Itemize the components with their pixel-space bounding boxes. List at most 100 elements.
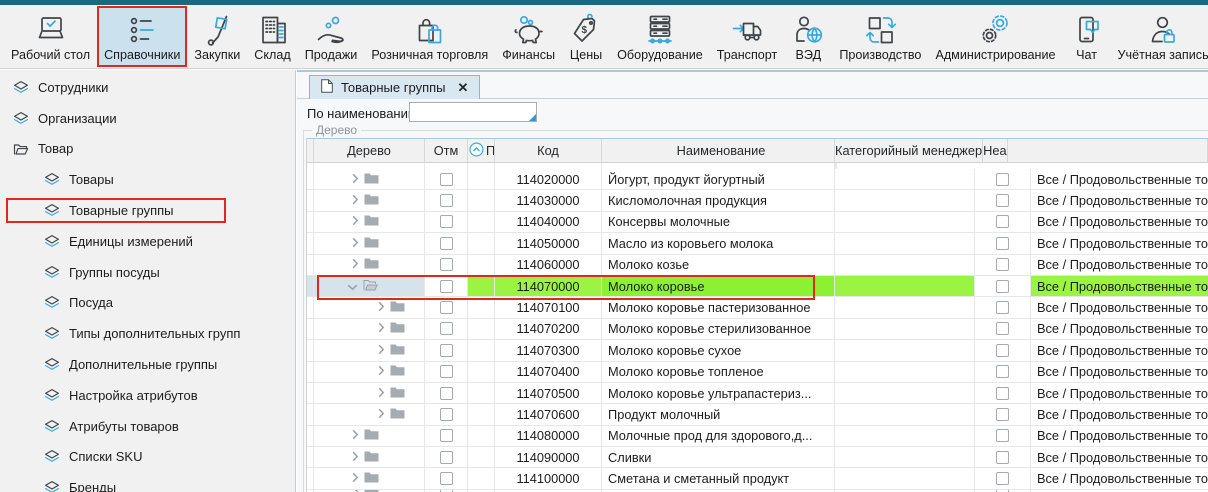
table-row[interactable]: 114050000Масло из коровьего молокаВсе / …: [307, 233, 1208, 254]
toolbar-item-chat[interactable]: Чат: [1063, 6, 1111, 67]
chevron-right-icon[interactable]: [378, 407, 385, 422]
inactive-checkbox[interactable]: [996, 408, 1009, 421]
mark-checkbox[interactable]: [440, 280, 453, 293]
mark-checkbox[interactable]: [440, 173, 453, 186]
column-header-tree[interactable]: Дерево: [314, 139, 425, 162]
sidebar-item-employees[interactable]: Сотрудники: [0, 72, 295, 103]
mark-checkbox[interactable]: [440, 258, 453, 271]
table-row[interactable]: 114100000Сметана и сметанный продуктВсе …: [307, 468, 1208, 489]
toolbar-item-desktop[interactable]: Рабочий стол: [4, 6, 97, 67]
tree-cell[interactable]: [314, 233, 425, 253]
inactive-checkbox[interactable]: [996, 322, 1009, 335]
sidebar-item-additional-group-types[interactable]: Типы дополнительных групп: [0, 318, 295, 349]
table-row[interactable]: 114070200Молоко коровье стерилизованноеВ…: [307, 319, 1208, 340]
tree-cell[interactable]: [314, 212, 425, 232]
chevron-right-icon[interactable]: [352, 428, 359, 443]
resize-grip-icon[interactable]: [529, 114, 536, 121]
inactive-checkbox[interactable]: [996, 173, 1009, 186]
chevron-right-icon[interactable]: [352, 471, 359, 486]
toolbar-item-transport[interactable]: Транспорт: [710, 6, 785, 67]
inactive-checkbox[interactable]: [996, 215, 1009, 228]
chevron-right-icon[interactable]: [352, 214, 359, 229]
chevron-right-icon[interactable]: [352, 257, 359, 272]
table-row[interactable]: 114080000Молочные прод для здорового,д..…: [307, 426, 1208, 447]
column-header-code[interactable]: Код: [495, 139, 602, 162]
chevron-right-icon[interactable]: [378, 364, 385, 379]
tab-goods-groups[interactable]: Товарные группы ✕: [309, 75, 480, 99]
tree-cell[interactable]: [314, 297, 425, 317]
sidebar-item-units[interactable]: Единицы измерений: [0, 226, 295, 257]
mark-checkbox[interactable]: [440, 429, 453, 442]
mark-checkbox[interactable]: [440, 344, 453, 357]
filter-by-name-input[interactable]: [409, 102, 537, 122]
sidebar-item-brands[interactable]: Бренды: [0, 472, 295, 492]
toolbar-item-purchases[interactable]: Закупки: [187, 6, 247, 67]
toolbar-item-ved[interactable]: ВЭД: [784, 6, 832, 67]
inactive-checkbox[interactable]: [996, 472, 1009, 485]
table-row-selected[interactable]: 114070000Молоко коровьеВсе / Продовольст…: [307, 276, 1208, 297]
inactive-checkbox[interactable]: [996, 344, 1009, 357]
mark-checkbox[interactable]: [440, 237, 453, 250]
tree-cell[interactable]: [314, 468, 425, 488]
tree-cell[interactable]: [314, 169, 425, 189]
table-row[interactable]: 114070100Молоко коровье пастеризованноеВ…: [307, 297, 1208, 318]
toolbar-item-administration[interactable]: Администрирование: [928, 6, 1062, 67]
sidebar-item-products[interactable]: Товары: [0, 164, 295, 195]
inactive-checkbox[interactable]: [996, 258, 1009, 271]
column-header-path[interactable]: [1008, 139, 1208, 162]
column-header-inactive[interactable]: Неа: [983, 139, 1007, 162]
tree-cell[interactable]: [314, 426, 425, 446]
mark-checkbox[interactable]: [440, 408, 453, 421]
column-header-mark[interactable]: Отм: [425, 139, 468, 162]
tree-cell[interactable]: [314, 362, 425, 382]
chevron-right-icon[interactable]: [352, 193, 359, 208]
tree-cell[interactable]: [314, 255, 425, 275]
inactive-checkbox[interactable]: [996, 387, 1009, 400]
sidebar-item-dishware[interactable]: Посуда: [0, 288, 295, 319]
chevron-right-icon[interactable]: [352, 236, 359, 251]
column-header-name[interactable]: Наименование: [602, 139, 835, 162]
table-row[interactable]: 114070500Молоко коровье ультрапастериз..…: [307, 383, 1208, 404]
tree-cell[interactable]: [314, 383, 425, 403]
sort-ascending-icon[interactable]: [469, 142, 484, 160]
toolbar-item-finance[interactable]: Финансы: [495, 6, 562, 67]
inactive-checkbox[interactable]: [996, 451, 1009, 464]
sidebar-item-product-attributes[interactable]: Атрибуты товаров: [0, 411, 295, 442]
sidebar-item-attribute-setup[interactable]: Настройка атрибутов: [0, 380, 295, 411]
inactive-checkbox[interactable]: [996, 301, 1009, 314]
sidebar-item-dishware-groups[interactable]: Группы посуды: [0, 257, 295, 288]
tree-cell[interactable]: [314, 447, 425, 467]
toolbar-item-equipment[interactable]: Оборудование: [610, 6, 710, 67]
table-row[interactable]: 114040000Консервы молочныеВсе / Продовол…: [307, 212, 1208, 233]
column-header-manager[interactable]: Категорийный менеджер: [835, 139, 983, 162]
toolbar-item-prices[interactable]: $Цены: [562, 6, 610, 67]
toolbar-item-warehouse[interactable]: Склад: [247, 6, 297, 67]
tree-cell[interactable]: [314, 319, 425, 339]
table-row[interactable]: 114070300Молоко коровье сухоеВсе / Продо…: [307, 340, 1208, 361]
sidebar-item-product-groups[interactable]: Товарные группы: [0, 195, 295, 226]
mark-checkbox[interactable]: [440, 365, 453, 378]
table-row[interactable]: 114070400Молоко коровье топленоеВсе / Пр…: [307, 362, 1208, 383]
mark-checkbox[interactable]: [440, 387, 453, 400]
close-icon[interactable]: ✕: [458, 80, 469, 96]
table-row[interactable]: 114030000Кисломолочная продукцияВсе / Пр…: [307, 190, 1208, 211]
column-header-gutter[interactable]: [307, 139, 314, 162]
inactive-checkbox[interactable]: [996, 365, 1009, 378]
column-header-pos[interactable]: П: [468, 139, 495, 162]
mark-checkbox[interactable]: [440, 301, 453, 314]
tree-cell[interactable]: [314, 190, 425, 210]
sidebar-item-organizations[interactable]: Организации: [0, 103, 295, 134]
mark-checkbox[interactable]: [440, 322, 453, 335]
chevron-right-icon[interactable]: [378, 386, 385, 401]
inactive-checkbox[interactable]: [996, 280, 1009, 293]
table-row[interactable]: 114060000Молоко козьеВсе / Продовольстве…: [307, 255, 1208, 276]
tree-cell[interactable]: [314, 404, 425, 424]
toolbar-item-directories[interactable]: Справочники: [97, 6, 187, 67]
chevron-right-icon[interactable]: [352, 450, 359, 465]
toolbar-item-sales[interactable]: Продажи: [298, 6, 365, 67]
chevron-right-icon[interactable]: [378, 343, 385, 358]
sidebar-item-additional-groups[interactable]: Дополнительные группы: [0, 349, 295, 380]
chevron-right-icon[interactable]: [378, 321, 385, 336]
tree-cell[interactable]: [314, 276, 425, 296]
mark-checkbox[interactable]: [440, 451, 453, 464]
